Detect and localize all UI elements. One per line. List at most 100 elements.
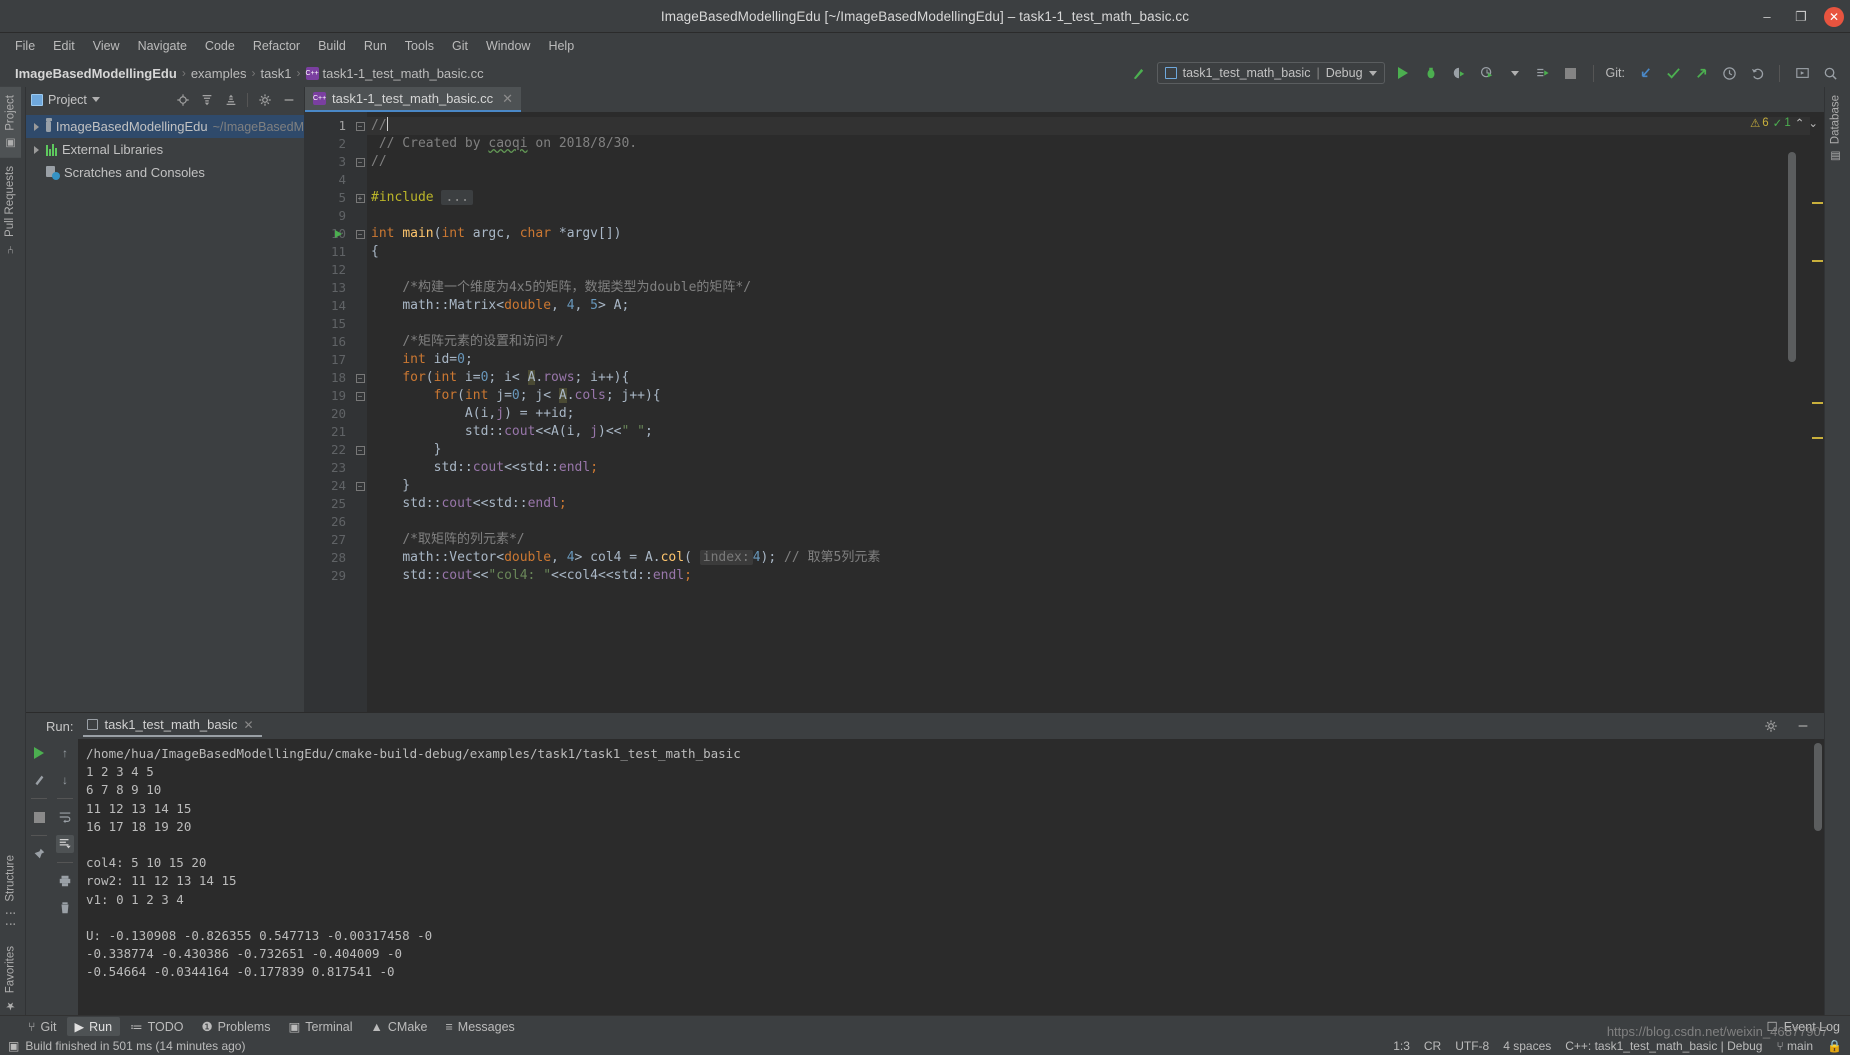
fold-marker-for-j[interactable]: − [353, 387, 367, 405]
tree-node-external-libraries[interactable]: External Libraries [26, 138, 304, 161]
maximize-icon[interactable]: ❐ [1790, 6, 1812, 28]
menu-tools[interactable]: Tools [396, 36, 443, 56]
hide-icon[interactable] [281, 92, 296, 107]
run-console-output[interactable]: /home/hua/ImageBasedModellingEdu/cmake-b… [78, 739, 1824, 1020]
bottom-tab-git[interactable]: ⑂ Git [20, 1018, 65, 1036]
read-only-icon[interactable]: 🔒 [1827, 1039, 1842, 1053]
sidebar-tab-structure[interactable]: ⋮⋮ Structure [0, 847, 21, 938]
fold-marker-for-i[interactable]: − [353, 369, 367, 387]
git-push-icon[interactable] [1691, 63, 1711, 83]
ok-count-badge[interactable]: ✓ 1 [1773, 116, 1791, 130]
chevron-right-icon[interactable] [34, 145, 39, 154]
scroll-to-end-icon[interactable] [56, 835, 74, 853]
fold-marker[interactable]: − [353, 117, 367, 135]
settings-gear-icon[interactable] [1762, 717, 1780, 735]
bottom-tab-messages[interactable]: ≡ Messages [438, 1018, 523, 1036]
bottom-tab-todo[interactable]: ≔ TODO [122, 1017, 191, 1036]
warning-count-badge[interactable]: ⚠ 6 [1750, 116, 1769, 130]
search-everywhere-icon[interactable] [1792, 63, 1812, 83]
bottom-tab-terminal[interactable]: ▣ Terminal [280, 1017, 360, 1036]
tree-node-scratches-and-consoles[interactable]: Scratches and Consoles [26, 161, 304, 184]
caret-position[interactable]: 1:3 [1393, 1039, 1410, 1053]
menu-file[interactable]: File [6, 36, 44, 56]
inspection-mark[interactable] [1812, 402, 1823, 404]
menu-code[interactable]: Code [196, 36, 244, 56]
breadcrumb-task1[interactable]: task1 [255, 66, 296, 81]
chevron-right-icon[interactable] [34, 122, 39, 131]
build-hammer-icon[interactable] [1129, 63, 1149, 83]
menu-view[interactable]: View [84, 36, 129, 56]
stop-icon[interactable] [30, 808, 48, 826]
collapse-all-icon[interactable] [223, 92, 238, 107]
inspection-mark[interactable] [1812, 202, 1823, 204]
debug-icon[interactable] [1421, 63, 1441, 83]
menu-edit[interactable]: Edit [44, 36, 84, 56]
rerun-icon[interactable] [30, 744, 48, 762]
menu-help[interactable]: Help [539, 36, 583, 56]
sidebar-tab-pull-requests[interactable]: ⑂ Pull Requests [0, 158, 20, 262]
breadcrumb-file[interactable]: C++ task1-1_test_math_basic.cc [301, 66, 489, 81]
previous-problem-icon[interactable]: ⌃ [1795, 116, 1805, 130]
hide-icon[interactable] [1794, 717, 1812, 735]
run-with-coverage-icon[interactable] [1449, 63, 1469, 83]
menu-window[interactable]: Window [477, 36, 539, 56]
rerun-failed-icon[interactable] [30, 771, 48, 789]
inspection-mark[interactable] [1812, 437, 1823, 439]
tree-node-project-root[interactable]: ImageBasedModellingEdu ~/ImageBasedM [26, 115, 304, 138]
next-problem-icon[interactable]: ⌄ [1808, 116, 1818, 130]
print-icon[interactable] [56, 872, 74, 890]
chevron-down-icon[interactable] [1505, 63, 1525, 83]
project-panel-title-group[interactable]: Project [31, 93, 100, 107]
close-icon[interactable]: ✕ [243, 718, 253, 732]
tab-task1-1-test-math-basic[interactable]: C++ task1-1_test_math_basic.cc ✕ [305, 87, 522, 112]
event-log-button[interactable]: ☐ Event Log [1766, 1019, 1850, 1035]
sidebar-tab-project[interactable]: ▣ Project [0, 87, 21, 158]
minimize-icon[interactable]: – [1756, 6, 1778, 28]
inspection-summary[interactable]: ⚠ 6 ✓ 1 ⌃ ⌄ [1750, 112, 1824, 134]
profile-icon[interactable] [1477, 63, 1497, 83]
close-icon[interactable]: ✕ [1824, 6, 1844, 27]
scroll-up-icon[interactable]: ↑ [56, 744, 74, 762]
bottom-tab-run[interactable]: ▶ Run [66, 1017, 121, 1036]
console-vertical-scrollbar[interactable] [1814, 743, 1822, 831]
find-icon[interactable] [1820, 63, 1840, 83]
run-configuration-selector[interactable]: task1_test_math_basic | Debug [1156, 62, 1385, 84]
scroll-down-icon[interactable]: ↓ [56, 771, 74, 789]
indent-setting[interactable]: 4 spaces [1503, 1039, 1551, 1053]
fold-marker[interactable]: − [353, 153, 367, 171]
clear-all-icon[interactable] [56, 899, 74, 917]
bottom-tab-cmake[interactable]: ▲ CMake [363, 1018, 436, 1036]
folded-includes[interactable]: ... [441, 190, 473, 205]
file-encoding[interactable]: UTF-8 [1455, 1039, 1489, 1053]
fold-marker-main[interactable]: − [335, 225, 367, 243]
run-icon[interactable] [1393, 63, 1413, 83]
inspection-mark[interactable] [1812, 260, 1823, 262]
fold-marker-end-j[interactable]: − [353, 441, 367, 459]
cmake-configuration[interactable]: C++: task1_test_math_basic | Debug [1565, 1039, 1762, 1053]
menu-build[interactable]: Build [309, 36, 355, 56]
locate-icon[interactable] [175, 92, 190, 107]
run-gutter-icon[interactable] [335, 230, 342, 238]
menu-refactor[interactable]: Refactor [244, 36, 309, 56]
breadcrumb-project[interactable]: ImageBasedModellingEdu [10, 66, 182, 81]
git-update-icon[interactable] [1635, 63, 1655, 83]
fold-marker-include[interactable]: + [353, 189, 367, 207]
git-branch-widget[interactable]: ⑂ main [1776, 1039, 1813, 1053]
menu-navigate[interactable]: Navigate [129, 36, 196, 56]
pin-icon[interactable] [30, 845, 48, 863]
breadcrumb-examples[interactable]: examples [186, 66, 252, 81]
history-icon[interactable] [1719, 63, 1739, 83]
sidebar-tab-database[interactable]: ▤ Database [1825, 87, 1846, 171]
attach-icon[interactable] [1533, 63, 1553, 83]
expand-all-icon[interactable] [199, 92, 214, 107]
settings-gear-icon[interactable] [257, 92, 272, 107]
bottom-tab-problems[interactable]: ❶ Problems [193, 1017, 278, 1036]
menu-run[interactable]: Run [355, 36, 396, 56]
soft-wrap-icon[interactable] [56, 808, 74, 826]
sidebar-tab-favorites[interactable]: ★ Favorites [0, 938, 21, 1020]
line-separator[interactable]: CR [1424, 1039, 1441, 1053]
menu-git[interactable]: Git [443, 36, 477, 56]
git-commit-icon[interactable] [1663, 63, 1683, 83]
rollback-icon[interactable] [1747, 63, 1767, 83]
editor-vertical-scrollbar[interactable] [1788, 152, 1796, 362]
